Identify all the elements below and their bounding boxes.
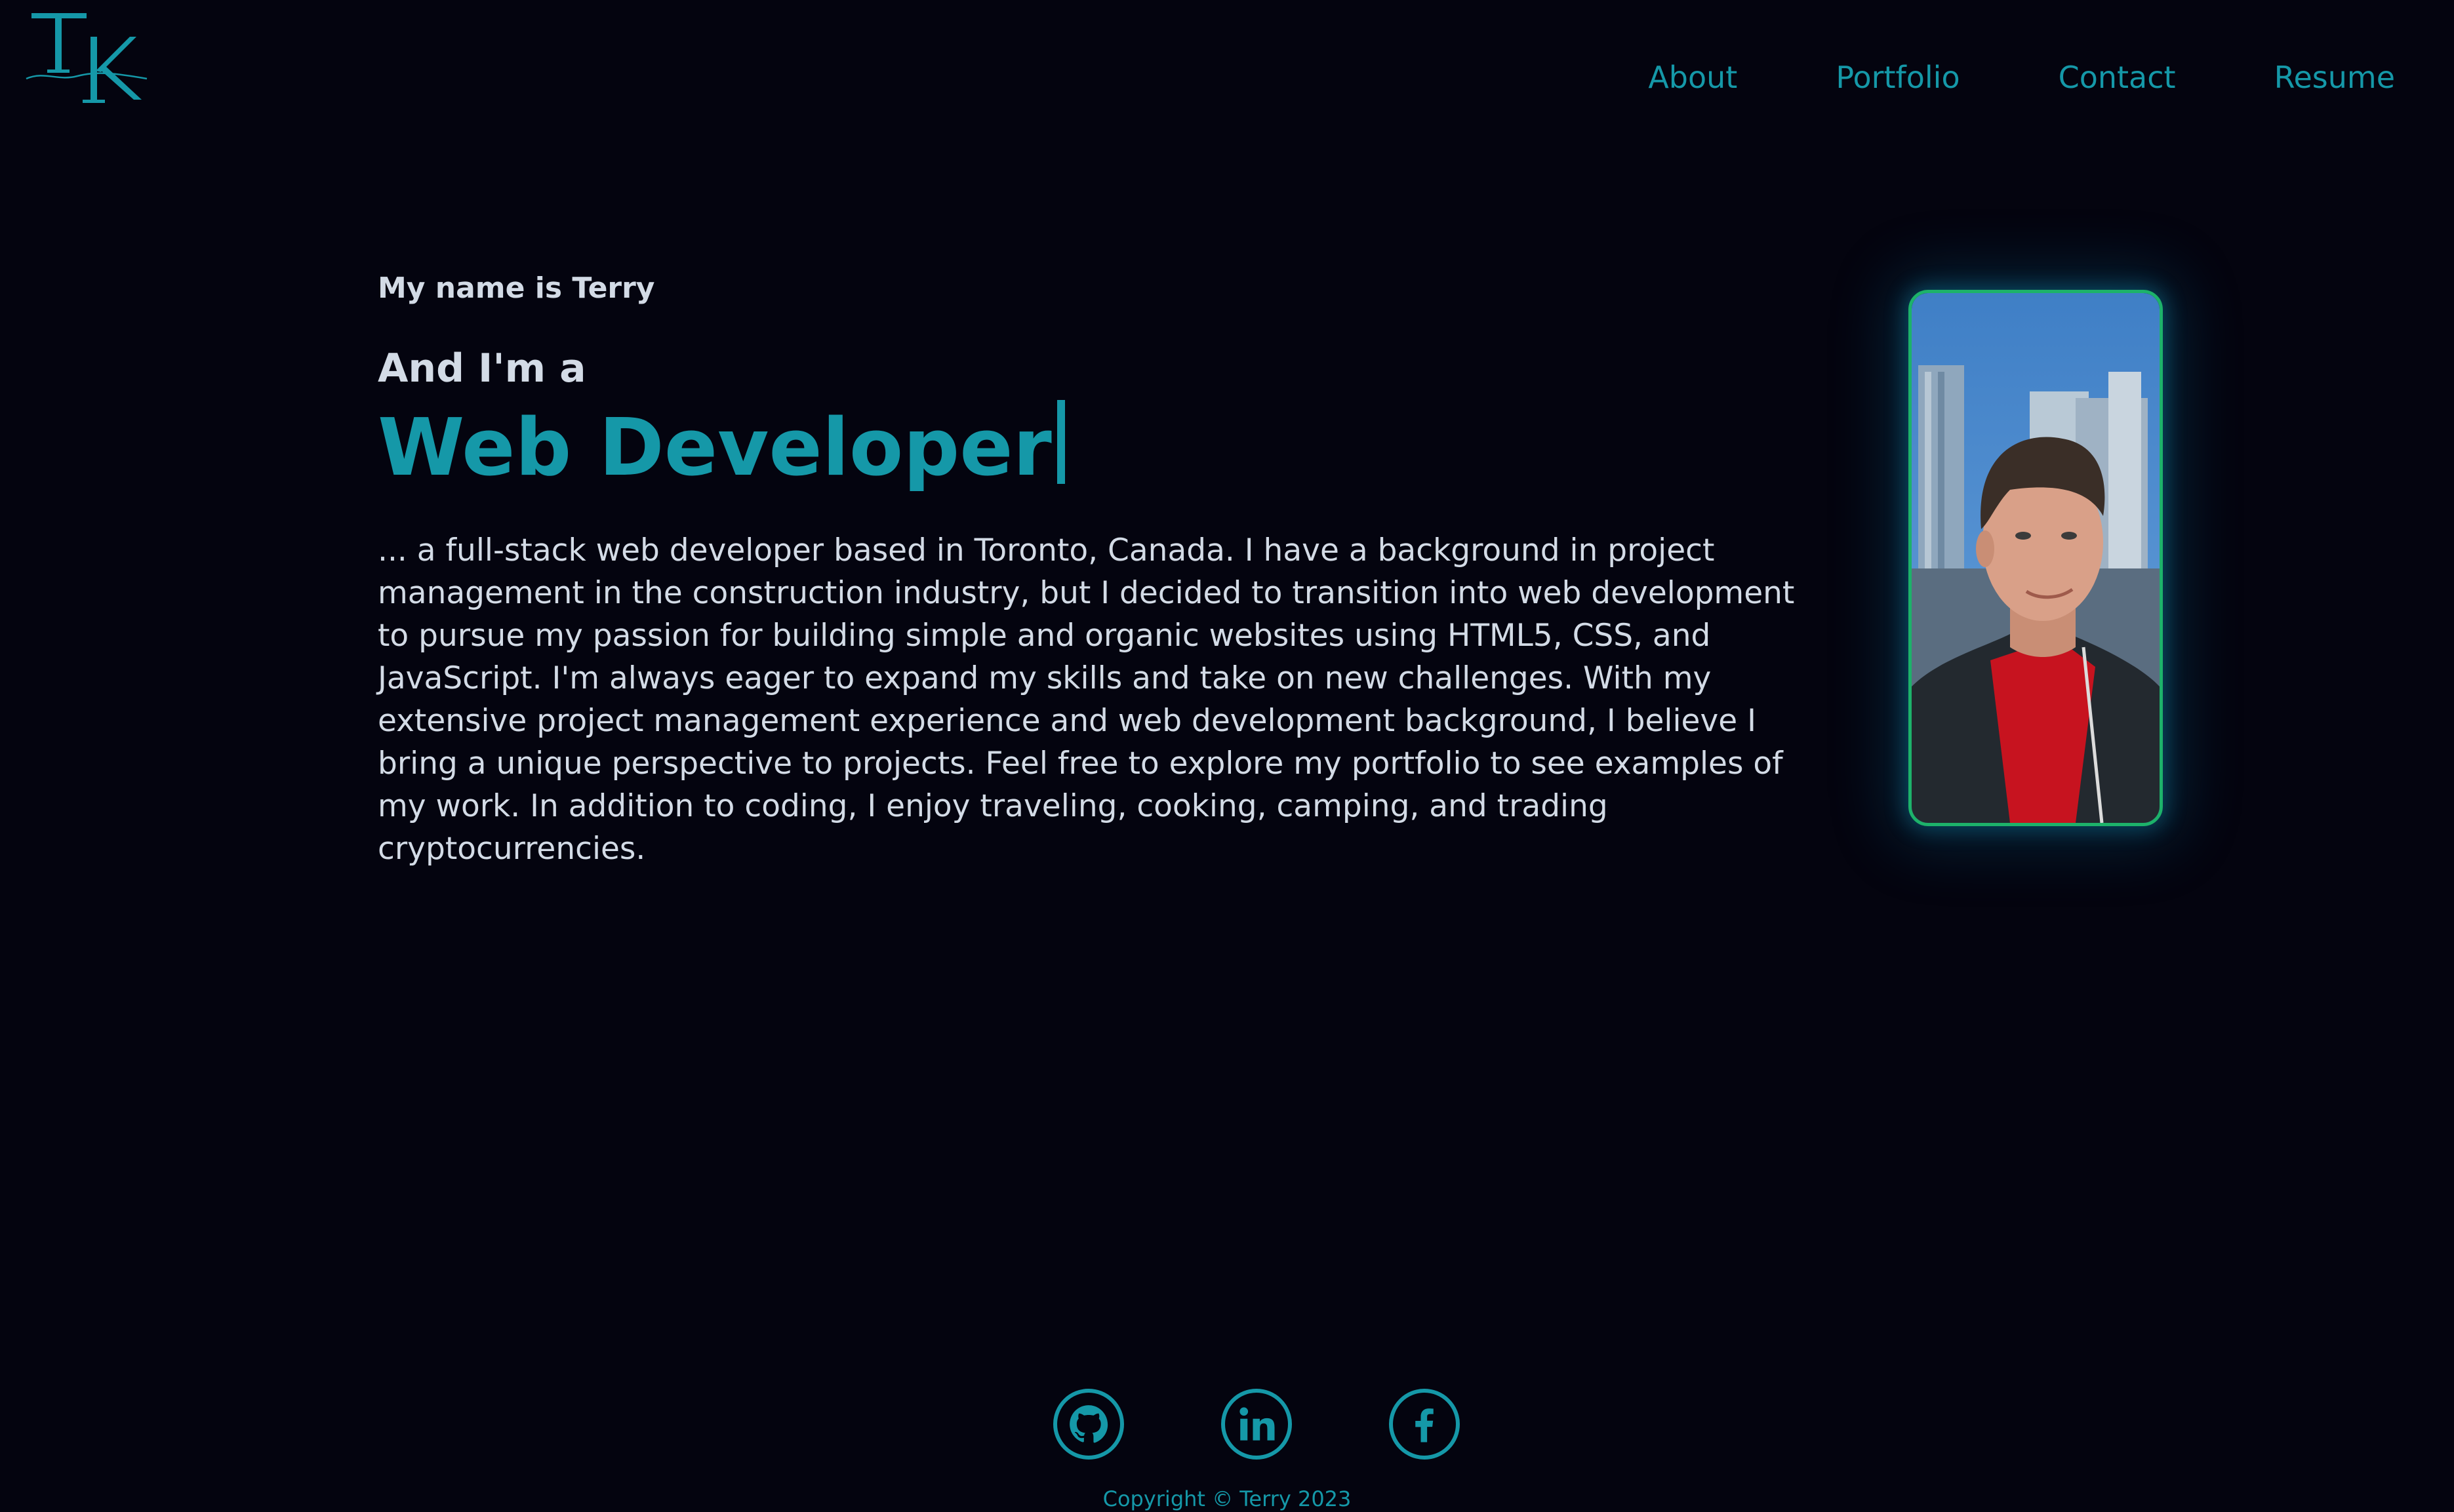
hero-section: My name is Terry And I'm a Web Developer… bbox=[378, 266, 1820, 870]
subhead-text: And I'm a bbox=[378, 346, 586, 391]
bio-paragraph: ... a full-stack web developer based in … bbox=[378, 532, 1795, 867]
social-links bbox=[1053, 1389, 1460, 1462]
linkedin-icon bbox=[1239, 1407, 1275, 1441]
facebook-icon bbox=[1415, 1408, 1434, 1442]
nav-contact[interactable]: Contact bbox=[2059, 51, 2176, 104]
nav-resume[interactable]: Resume bbox=[2274, 51, 2395, 104]
profile-photo bbox=[1908, 290, 2163, 826]
copyright-text: Copyright © Terry 2023 bbox=[1102, 1486, 1352, 1511]
tk-logo-icon bbox=[26, 13, 148, 103]
nav-portfolio[interactable]: Portfolio bbox=[1836, 51, 1960, 104]
main-nav: About Portfolio Contact Resume bbox=[1550, 51, 2395, 104]
page: About Portfolio Contact Resume My name i… bbox=[0, 0, 2454, 1512]
github-link[interactable] bbox=[1053, 1389, 1124, 1460]
role-text: Web Developer bbox=[378, 403, 1052, 494]
intro-text: My name is Terry bbox=[378, 271, 655, 305]
facebook-link[interactable] bbox=[1389, 1389, 1460, 1460]
logo[interactable] bbox=[25, 8, 150, 106]
role-heading: Web Developer bbox=[378, 399, 1820, 498]
portrait-photo bbox=[1912, 293, 2160, 823]
nav-about[interactable]: About bbox=[1648, 51, 1737, 104]
github-icon bbox=[1070, 1405, 1108, 1443]
linkedin-link[interactable] bbox=[1221, 1389, 1292, 1460]
typing-cursor bbox=[1056, 400, 1065, 484]
